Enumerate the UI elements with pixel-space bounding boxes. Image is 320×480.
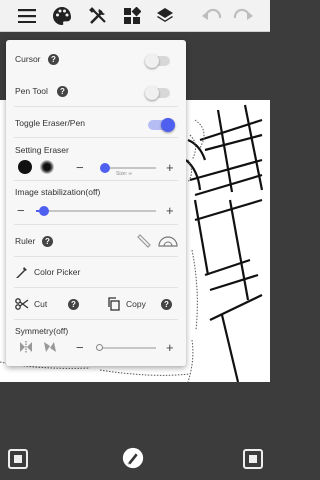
symmetry-slider[interactable] <box>98 347 156 349</box>
settings-panel: Cursor ? Pen Tool ? Toggle Eraser/Pen Se… <box>6 40 186 366</box>
redo-icon[interactable] <box>231 4 255 28</box>
palette-icon[interactable] <box>50 4 74 28</box>
cut-label[interactable]: Cut <box>34 299 47 309</box>
decrease-stabilization-button[interactable]: − <box>17 204 25 217</box>
decrease-eraser-size-button[interactable]: − <box>76 161 84 174</box>
ruler-label: Ruler <box>15 236 36 246</box>
help-icon[interactable]: ? <box>42 236 53 247</box>
ruler-straight-icon[interactable] <box>136 233 152 254</box>
divider <box>14 224 178 225</box>
divider <box>14 287 178 288</box>
help-icon[interactable]: ? <box>48 54 59 65</box>
tools-icon[interactable] <box>86 4 110 28</box>
help-icon[interactable]: ? <box>161 299 172 310</box>
ruler-protractor-icon[interactable] <box>158 234 178 253</box>
symmetry-rotate-icon[interactable] <box>42 340 58 359</box>
scissors-icon[interactable] <box>15 297 29 316</box>
symmetry-mirror-icon[interactable] <box>18 340 34 359</box>
increase-eraser-size-button[interactable]: + <box>166 161 174 174</box>
fullscreen-left-icon[interactable] <box>6 447 30 471</box>
divider <box>14 319 178 320</box>
stabilization-slider[interactable] <box>36 210 156 212</box>
eraser-soft-brush-icon[interactable] <box>40 160 54 174</box>
toggle-eraser-label: Toggle Eraser/Pen <box>15 118 85 128</box>
stabilization-knob[interactable] <box>39 206 49 216</box>
divider <box>14 180 178 181</box>
eyedropper-icon <box>15 265 29 284</box>
stabilization-label: Image stabilization(off) <box>15 187 101 197</box>
layers-stack-icon[interactable] <box>153 4 177 28</box>
eraser-size-knob[interactable] <box>100 163 110 173</box>
help-icon[interactable]: ? <box>57 86 68 97</box>
bottom-bar <box>0 382 270 480</box>
menu-icon[interactable] <box>15 4 39 28</box>
divider <box>14 106 178 107</box>
color-picker-label: Color Picker <box>34 267 81 277</box>
divider <box>14 137 178 138</box>
help-icon[interactable]: ? <box>68 299 79 310</box>
fullscreen-right-icon[interactable] <box>241 447 265 471</box>
eraser-hard-brush-icon[interactable] <box>18 160 32 174</box>
symmetry-label: Symmetry(off) <box>15 326 69 336</box>
layers-grid-icon[interactable] <box>120 4 144 28</box>
copy-label[interactable]: Copy <box>126 299 146 309</box>
decrease-symmetry-button[interactable]: − <box>76 341 84 354</box>
setting-eraser-label: Setting Eraser <box>15 145 69 155</box>
top-toolbar <box>0 0 270 32</box>
increase-symmetry-button[interactable]: + <box>166 341 174 354</box>
divider <box>14 256 178 257</box>
symmetry-knob[interactable] <box>96 344 103 351</box>
increase-stabilization-button[interactable]: + <box>166 204 174 217</box>
cursor-label: Cursor <box>15 54 41 64</box>
pen-tool-icon[interactable] <box>121 446 145 470</box>
copy-icon[interactable] <box>107 297 121 316</box>
eraser-size-readout: Size: ∞ <box>116 171 133 177</box>
pen-tool-label: Pen Tool <box>15 86 48 96</box>
undo-icon[interactable] <box>200 4 224 28</box>
